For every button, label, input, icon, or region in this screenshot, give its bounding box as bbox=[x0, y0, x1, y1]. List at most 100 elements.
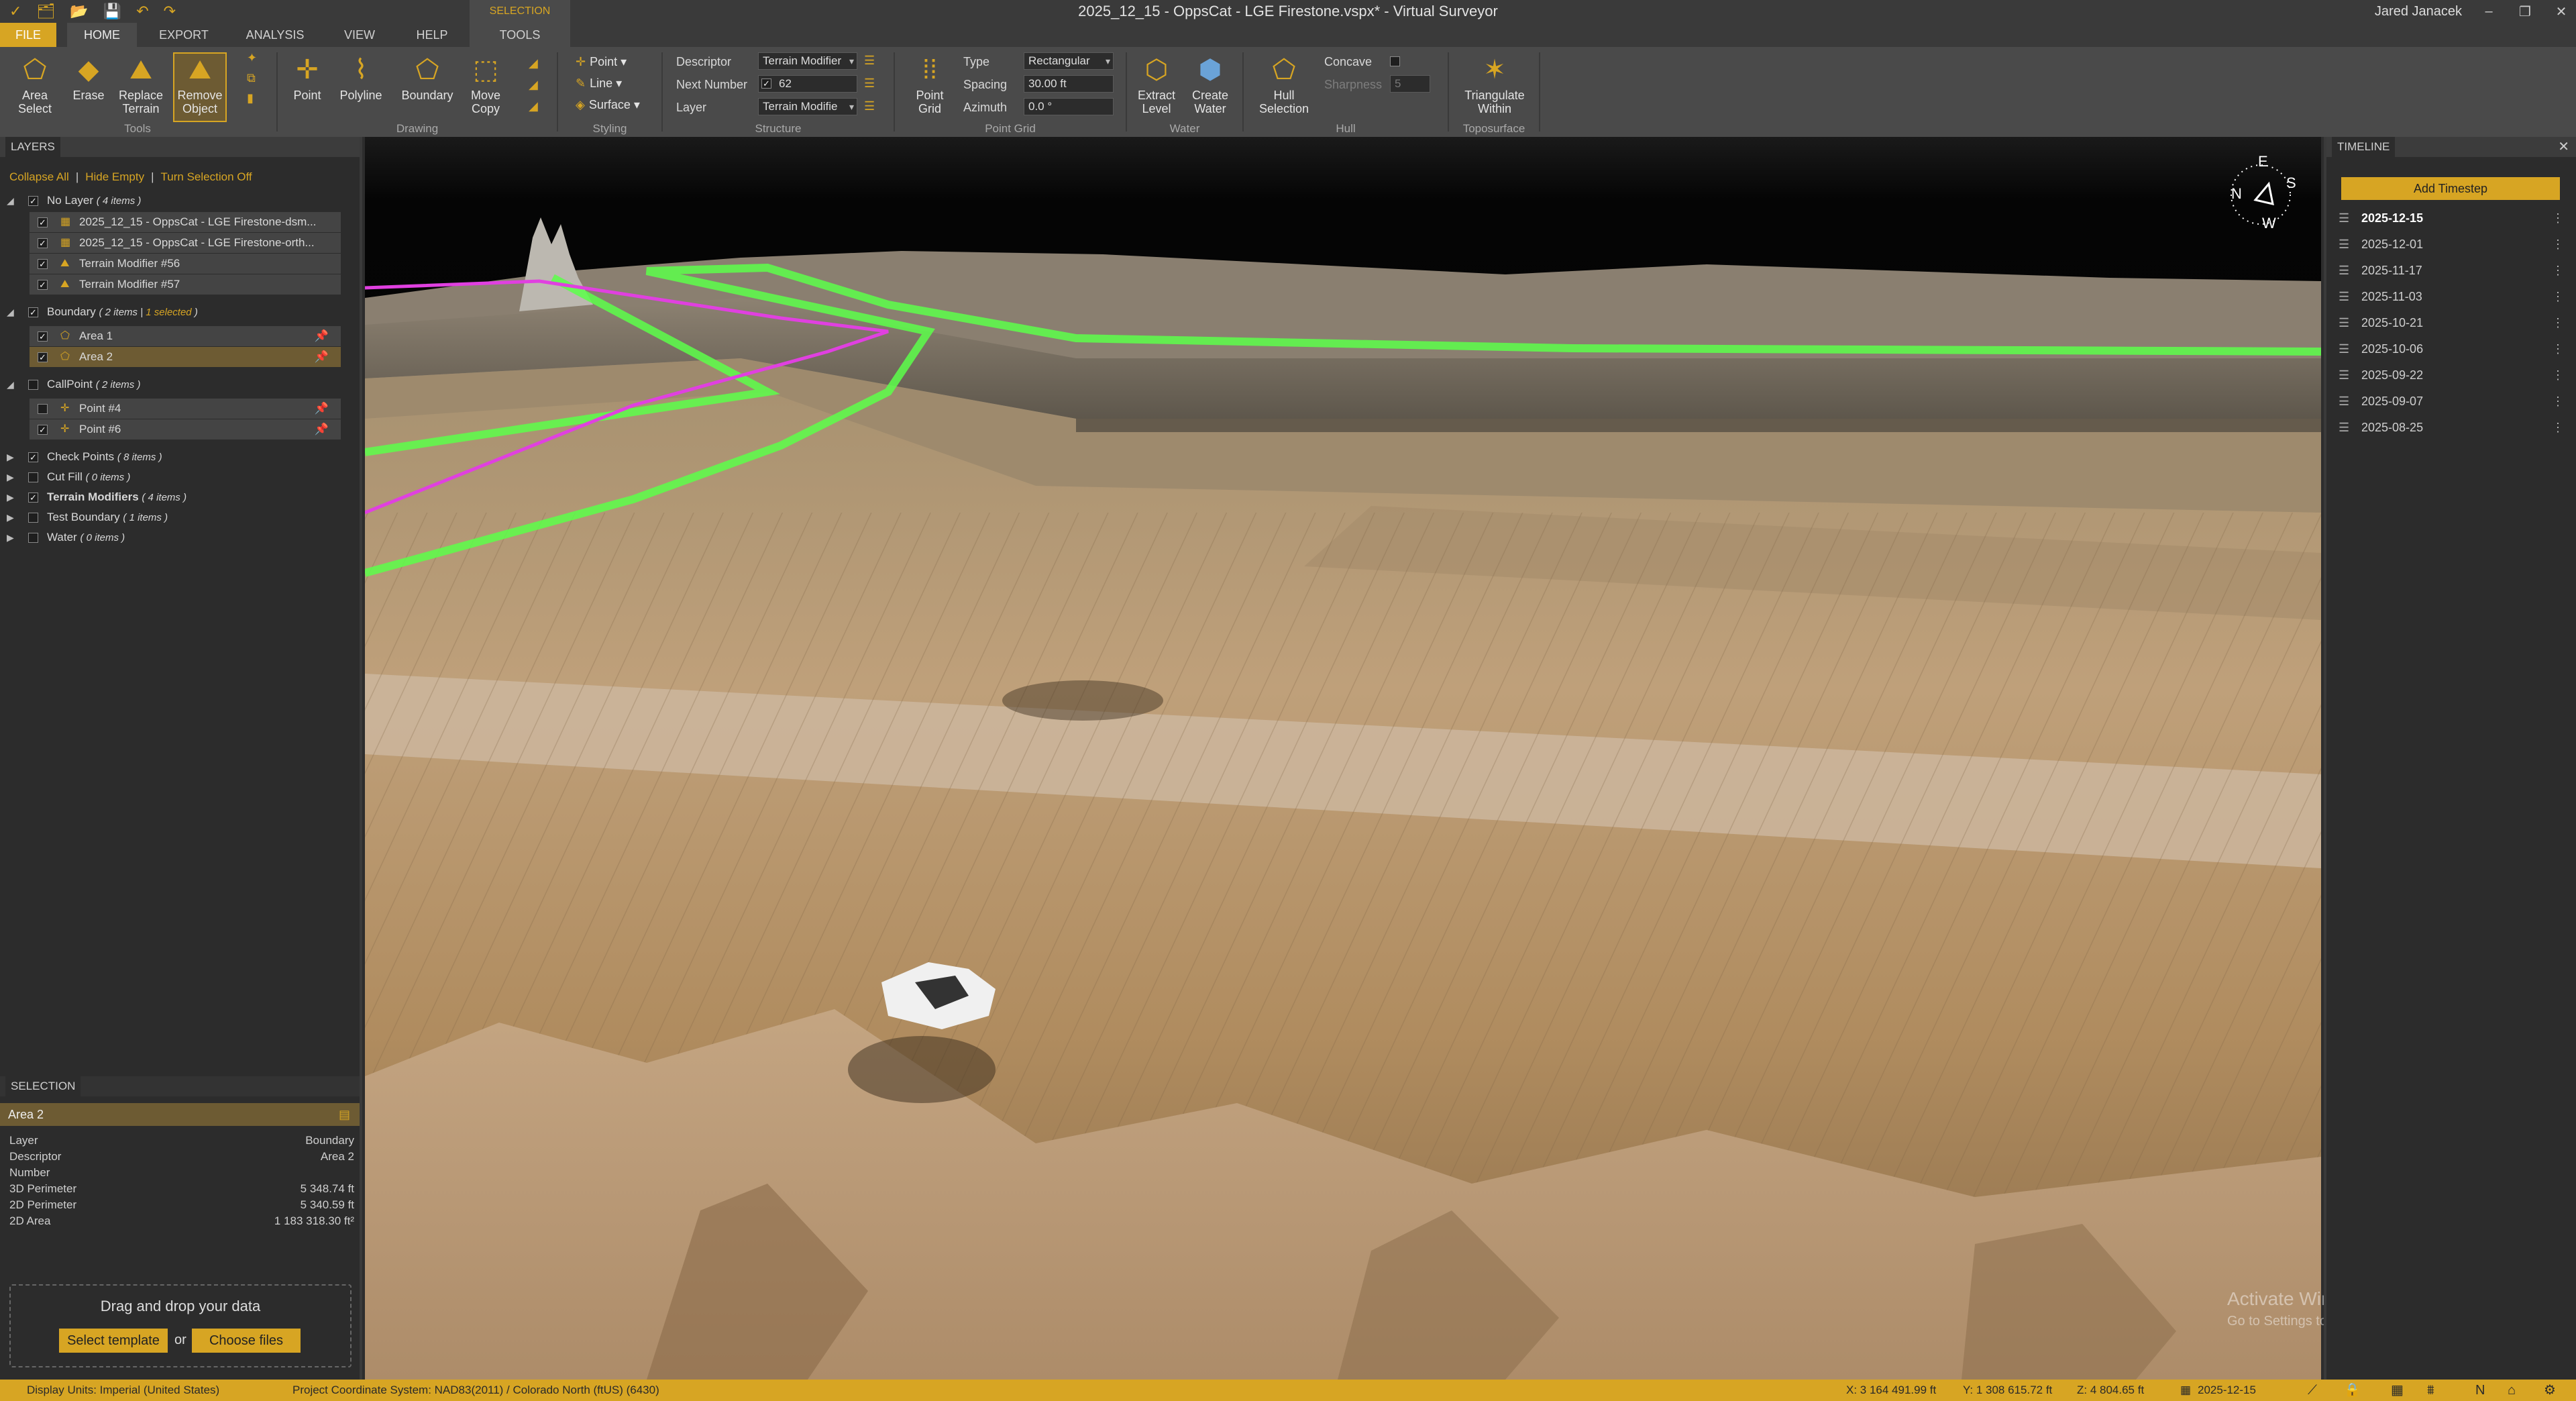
draw-boundary-button[interactable]: ⬠ Boundary bbox=[397, 54, 458, 121]
compass[interactable]: N E S W bbox=[2220, 153, 2301, 235]
item-checkbox[interactable] bbox=[38, 404, 48, 414]
more-options-icon[interactable]: ⋮ bbox=[2552, 233, 2564, 256]
timestep-item[interactable]: ☰ 2025-09-07 ⋮ bbox=[2336, 390, 2564, 413]
collapse-triangle-icon[interactable]: ◢ bbox=[7, 302, 14, 322]
timestep-item[interactable]: ☰ 2025-11-17 ⋮ bbox=[2336, 259, 2564, 282]
hull-selection-button[interactable]: ⬠ Hull Selection bbox=[1252, 54, 1316, 121]
layer-checkbox[interactable] bbox=[28, 533, 38, 543]
home-icon[interactable]: ⌂ bbox=[2508, 1380, 2516, 1401]
layer-item[interactable]: ✓ ✛ Point #6 📌 bbox=[30, 419, 341, 439]
layer-list-icon[interactable]: ☰ bbox=[864, 99, 875, 113]
create-water-button[interactable]: ⬢ Create Water bbox=[1185, 54, 1236, 121]
timestep-item[interactable]: ☰ 2025-10-21 ⋮ bbox=[2336, 311, 2564, 334]
tab-layers[interactable]: LAYERS bbox=[5, 137, 60, 157]
layer-checkbox[interactable]: ✓ bbox=[28, 196, 38, 206]
draw-point-button[interactable]: ✛ Point bbox=[282, 54, 333, 121]
more-options-icon[interactable]: ⋮ bbox=[2552, 390, 2564, 413]
tab-export[interactable]: EXPORT bbox=[149, 23, 219, 47]
layers-icon[interactable]: ⩩ bbox=[2427, 1380, 2434, 1401]
layer-checkbox[interactable]: ✓ bbox=[28, 452, 38, 462]
layer-group-cut-fill[interactable]: ▶ Cut Fill ( 0 items ) bbox=[0, 467, 342, 487]
drag-handle-icon[interactable]: ☰ bbox=[2339, 364, 2349, 386]
layer-group-callpoint[interactable]: ◢ CallPoint ( 2 items ) bbox=[0, 374, 342, 395]
layer-group-test-boundary[interactable]: ▶ Test Boundary ( 1 items ) bbox=[0, 507, 342, 527]
item-checkbox[interactable]: ✓ bbox=[38, 280, 48, 290]
more-options-icon[interactable]: ⋮ bbox=[2552, 416, 2564, 439]
tab-home[interactable]: HOME bbox=[67, 23, 137, 47]
close-icon[interactable]: ✕ bbox=[2552, 3, 2571, 20]
replace-terrain-button[interactable]: ⛰ Replace Terrain bbox=[115, 54, 166, 121]
drag-handle-icon[interactable]: ☰ bbox=[2339, 233, 2349, 256]
collapse-triangle-icon[interactable]: ◢ bbox=[7, 191, 14, 211]
draw-mode-b-icon[interactable]: ◢ bbox=[529, 78, 538, 92]
move-copy-button[interactable]: ⬚ Move Copy bbox=[460, 54, 511, 121]
copy-icon[interactable]: ⧉ bbox=[247, 71, 256, 85]
expand-triangle-icon[interactable]: ▶ bbox=[7, 507, 14, 527]
grid-type-select[interactable]: Rectangular bbox=[1024, 52, 1114, 70]
collapse-triangle-icon[interactable]: ◢ bbox=[7, 374, 14, 395]
expand-triangle-icon[interactable]: ▶ bbox=[7, 487, 14, 507]
concave-checkbox[interactable] bbox=[1390, 56, 1400, 66]
azimuth-input[interactable]: 0.0 ° bbox=[1024, 98, 1114, 115]
more-options-icon[interactable]: ⋮ bbox=[2552, 311, 2564, 334]
display-units[interactable]: Display Units: Imperial (United States) bbox=[27, 1380, 219, 1401]
item-checkbox[interactable]: ✓ bbox=[38, 217, 48, 227]
layer-checkbox[interactable] bbox=[28, 472, 38, 482]
next-number-checkbox[interactable]: ✓ bbox=[761, 79, 771, 89]
layer-field[interactable]: Terrain Modifie bbox=[758, 98, 857, 115]
item-checkbox[interactable]: ✓ bbox=[38, 352, 48, 362]
descriptor-list-icon[interactable]: ☰ bbox=[864, 54, 875, 68]
layer-item-selected[interactable]: ✓ ⬠ Area 2 📌 bbox=[30, 347, 341, 367]
item-checkbox[interactable]: ✓ bbox=[38, 238, 48, 248]
style-line-button[interactable]: ✎ Line ▾ bbox=[576, 74, 622, 93]
choose-files-button[interactable]: Choose files bbox=[192, 1329, 301, 1353]
tab-help[interactable]: HELP bbox=[405, 23, 459, 47]
triangulate-within-button[interactable]: ✶ Triangulate Within bbox=[1456, 54, 1534, 121]
more-options-icon[interactable]: ⋮ bbox=[2552, 207, 2564, 229]
undo-icon[interactable]: ↶ bbox=[136, 1, 148, 21]
expand-triangle-icon[interactable]: ▶ bbox=[7, 527, 14, 548]
terrain-modify-icon[interactable]: ✦ bbox=[247, 51, 257, 65]
erase-button[interactable]: ◆ Erase bbox=[63, 54, 114, 121]
close-panel-icon[interactable]: ✕ bbox=[2558, 138, 2569, 155]
collapse-all-link[interactable]: Collapse All bbox=[9, 170, 69, 183]
timestep-item[interactable]: ☰ 2025-11-03 ⋮ bbox=[2336, 285, 2564, 308]
delete-icon[interactable]: ▮ bbox=[247, 91, 254, 105]
pin-icon[interactable]: 📌 bbox=[315, 326, 329, 346]
open-folder-icon[interactable]: 📂 bbox=[70, 1, 88, 21]
expand-triangle-icon[interactable]: ▶ bbox=[7, 447, 14, 467]
drag-handle-icon[interactable]: ☰ bbox=[2339, 416, 2349, 439]
tab-analysis[interactable]: ANALYSIS bbox=[236, 23, 314, 47]
drag-handle-icon[interactable]: ☰ bbox=[2339, 311, 2349, 334]
grid-icon[interactable]: ▦ bbox=[2391, 1380, 2404, 1401]
add-timestep-button[interactable]: Add Timestep bbox=[2341, 177, 2560, 200]
drag-handle-icon[interactable]: ☰ bbox=[2339, 207, 2349, 229]
turn-selection-off-link[interactable]: Turn Selection Off bbox=[161, 170, 252, 183]
layer-group-check-points[interactable]: ▶ ✓ Check Points ( 8 items ) bbox=[0, 447, 342, 467]
drag-handle-icon[interactable]: ☰ bbox=[2339, 285, 2349, 308]
number-list-icon[interactable]: ☰ bbox=[864, 76, 875, 91]
timestep-item[interactable]: ☰ 2025-09-22 ⋮ bbox=[2336, 364, 2564, 386]
new-project-icon[interactable]: 🗂 bbox=[36, 1, 55, 21]
north-icon[interactable]: N bbox=[2475, 1380, 2485, 1401]
extract-level-button[interactable]: ⬡ Extract Level bbox=[1131, 54, 1182, 121]
item-checkbox[interactable]: ✓ bbox=[38, 259, 48, 269]
selection-menu-icon[interactable]: ▤ bbox=[339, 1103, 350, 1126]
measure-icon[interactable]: ⟋ bbox=[2308, 1380, 2317, 1401]
layer-group-boundary[interactable]: ◢ ✓ Boundary ( 2 items | 1 selected ) bbox=[0, 302, 342, 322]
item-checkbox[interactable]: ✓ bbox=[38, 331, 48, 342]
pin-icon[interactable]: 📌 bbox=[315, 419, 329, 439]
timestep-item[interactable]: ☰ 2025-10-06 ⋮ bbox=[2336, 338, 2564, 360]
expand-triangle-icon[interactable]: ▶ bbox=[7, 467, 14, 487]
coordinate-system[interactable]: Project Coordinate System: NAD83(2011) /… bbox=[292, 1380, 659, 1401]
point-grid-button[interactable]: ⁞⁞ Point Grid bbox=[904, 54, 955, 121]
descriptor-field[interactable]: Terrain Modifier bbox=[758, 52, 857, 70]
layer-item[interactable]: ✓ ▦ 2025_12_15 - OppsCat - LGE Firestone-d… bbox=[30, 212, 341, 232]
drag-handle-icon[interactable]: ☰ bbox=[2339, 259, 2349, 282]
tab-view[interactable]: VIEW bbox=[333, 23, 386, 47]
layer-checkbox[interactable]: ✓ bbox=[28, 307, 38, 317]
sharpness-input[interactable]: 5 bbox=[1390, 75, 1430, 93]
item-checkbox[interactable]: ✓ bbox=[38, 425, 48, 435]
save-icon[interactable]: 💾 bbox=[103, 1, 121, 21]
layer-item[interactable]: ✓ ⬠ Area 1 📌 bbox=[30, 326, 341, 346]
